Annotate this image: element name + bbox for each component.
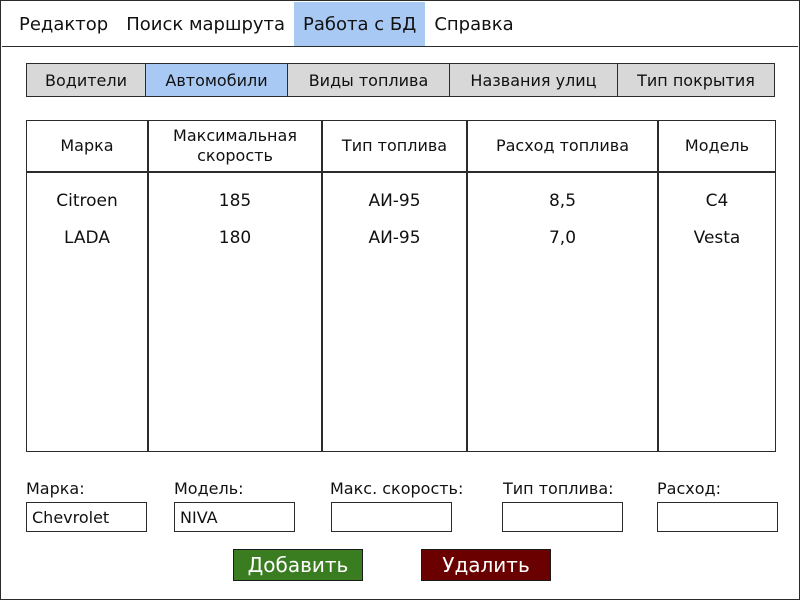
cell-max-speed[interactable]: 180 <box>149 226 321 250</box>
cell-fuel-type[interactable]: АИ-95 <box>323 189 466 213</box>
tab-cars[interactable]: Автомобили <box>146 64 288 96</box>
menu-item-editor[interactable]: Редактор <box>2 2 117 46</box>
fuel-type-input[interactable] <box>502 502 623 532</box>
menu-item-route-search[interactable]: Поиск маршрута <box>117 2 294 46</box>
cell-brand[interactable]: Citroen <box>27 189 147 213</box>
cell-brand[interactable]: LADA <box>27 226 147 250</box>
add-button[interactable]: Добавить <box>233 549 363 581</box>
brand-input[interactable]: Chevrolet <box>26 502 147 532</box>
header-max-speed[interactable]: Максимальная скорость <box>149 121 321 171</box>
cell-fuel-type[interactable]: АИ-95 <box>323 226 466 250</box>
menu-bar: Редактор Поиск маршрута Работа с БД Спра… <box>2 2 798 47</box>
cell-model[interactable]: Vesta <box>659 226 775 250</box>
header-fuel-type[interactable]: Тип топлива <box>323 121 466 171</box>
menu-item-help[interactable]: Справка <box>425 2 522 46</box>
app-window: Редактор Поиск маршрута Работа с БД Спра… <box>0 0 800 600</box>
cell-max-speed[interactable]: 185 <box>149 189 321 213</box>
header-brand[interactable]: Марка <box>27 121 147 171</box>
consumption-input[interactable] <box>657 502 778 532</box>
model-label: Модель: <box>174 479 244 498</box>
delete-button[interactable]: Удалить <box>421 549 551 581</box>
cell-model[interactable]: C4 <box>659 189 775 213</box>
model-input[interactable]: NIVA <box>174 502 295 532</box>
header-model[interactable]: Модель <box>659 121 775 171</box>
tab-bar: Водители Автомобили Виды топлива Названи… <box>26 63 775 97</box>
brand-label: Марка: <box>26 479 85 498</box>
fuel-type-label: Тип топлива: <box>503 479 614 498</box>
cars-table: Марка Максимальная скорость Тип топлива … <box>26 120 776 452</box>
header-fuel-consumption[interactable]: Расход топлива <box>468 121 657 171</box>
tab-drivers[interactable]: Водители <box>27 64 146 96</box>
header-divider <box>27 171 775 173</box>
tab-street-names[interactable]: Названия улиц <box>450 64 618 96</box>
menu-item-database[interactable]: Работа с БД <box>294 2 426 46</box>
tab-fuel-types[interactable]: Виды топлива <box>288 64 450 96</box>
cell-fuel-consumption[interactable]: 7,0 <box>468 226 657 250</box>
max-speed-label: Макс. скорость: <box>330 479 464 498</box>
tab-surface-type[interactable]: Тип покрытия <box>618 64 774 96</box>
cell-fuel-consumption[interactable]: 8,5 <box>468 189 657 213</box>
consumption-label: Расход: <box>657 479 721 498</box>
max-speed-input[interactable] <box>331 502 452 532</box>
